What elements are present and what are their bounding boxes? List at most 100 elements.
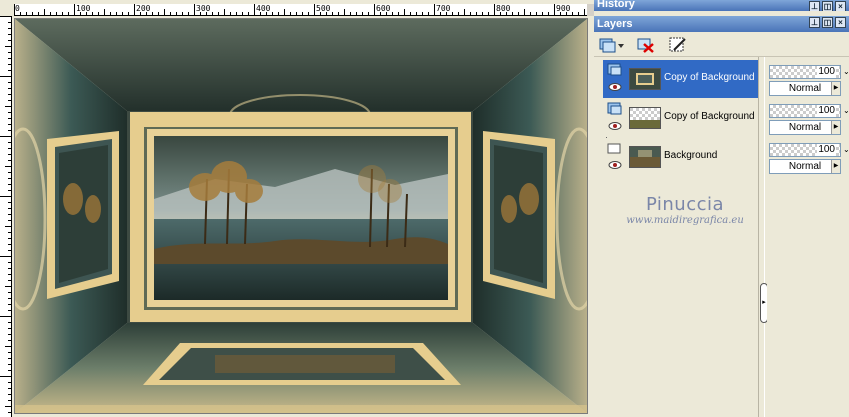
ruler-tick	[0, 136, 11, 137]
ruler-tick	[422, 12, 423, 15]
ruler-tick	[56, 12, 57, 15]
ruler-tick	[8, 298, 11, 299]
ruler-label-700: 700	[436, 4, 451, 13]
ruler-tick	[0, 16, 11, 17]
ruler-tick	[428, 12, 429, 15]
ruler-tick	[8, 82, 11, 83]
ruler-tick	[32, 12, 33, 15]
ruler-tick	[212, 12, 213, 15]
delete-layer-button[interactable]	[636, 36, 658, 54]
watermark: Pinuccia www.maidiregrafica.eu	[610, 194, 760, 226]
restore-icon[interactable]: ◫	[822, 17, 833, 28]
layer-row[interactable]: Copy of Background	[603, 99, 759, 137]
ruler-tick	[8, 322, 11, 323]
layer-name: Copy of Background	[664, 72, 755, 83]
ruler-tick	[5, 286, 11, 287]
spinner-icon[interactable]: ⌄	[843, 67, 849, 76]
ruler-tick	[8, 400, 11, 401]
ruler-tick	[398, 12, 399, 15]
ruler-tick	[5, 226, 11, 227]
ruler-tick	[182, 12, 183, 15]
ruler-tick	[332, 12, 333, 15]
ruler-tick	[5, 106, 11, 107]
layer-row[interactable]: Background	[603, 138, 759, 176]
watermark-url: www.maidiregrafica.eu	[626, 215, 744, 226]
ruler-tick	[206, 12, 207, 15]
ruler-tick	[236, 12, 237, 15]
ruler-tick	[8, 64, 11, 65]
vertical-ruler[interactable]	[0, 16, 12, 417]
layer-icons	[607, 102, 623, 134]
visibility-eye-icon[interactable]	[608, 83, 622, 91]
ruler-tick	[8, 304, 11, 305]
panel-splitter[interactable]: ▸	[758, 57, 768, 417]
image-canvas[interactable]	[14, 18, 588, 414]
dropdown-arrow-icon[interactable]: ▶	[831, 82, 840, 95]
ruler-tick	[8, 112, 11, 113]
ruler-tick	[8, 232, 11, 233]
ruler-label-200: 200	[136, 4, 151, 13]
raster-layer-icon	[607, 102, 622, 115]
pin-icon[interactable]: ⊥	[809, 1, 820, 11]
ruler-tick	[140, 12, 141, 15]
ruler-tick	[410, 12, 411, 15]
ruler-tick	[134, 4, 135, 15]
ruler-tick	[8, 58, 11, 59]
ruler-tick	[8, 22, 11, 23]
layer-icons	[607, 141, 623, 173]
new-layer-button[interactable]	[598, 36, 624, 54]
ruler-label-500: 500	[316, 4, 331, 13]
ruler-tick	[92, 12, 93, 15]
layer-properties-button[interactable]	[668, 36, 690, 54]
ruler-tick	[536, 12, 537, 15]
blend-mode-value: Normal	[788, 161, 822, 172]
ruler-tick	[380, 12, 381, 15]
horizontal-ruler[interactable]: 0 100 200 300 400 500 600 700 800 900	[14, 4, 587, 16]
ruler-tick	[110, 12, 111, 15]
ruler-tick	[470, 12, 471, 15]
ruler-tick	[170, 12, 171, 15]
ruler-tick	[8, 220, 11, 221]
pin-icon[interactable]: ⊥	[809, 17, 820, 28]
ruler-tick	[8, 34, 11, 35]
ruler-tick	[8, 364, 11, 365]
ruler-tick	[8, 238, 11, 239]
ruler-tick	[338, 12, 339, 15]
opacity-field[interactable]: 100	[769, 65, 841, 79]
visibility-eye-icon[interactable]	[608, 122, 622, 130]
blend-mode-select[interactable]: Normal ▶	[769, 81, 841, 96]
opacity-field[interactable]: 100	[769, 143, 841, 157]
opacity-value: 100	[817, 66, 836, 78]
close-icon[interactable]: ×	[835, 1, 846, 11]
ruler-tick	[38, 12, 39, 15]
ruler-tick	[464, 9, 465, 15]
opacity-field[interactable]: 100	[769, 104, 841, 118]
dropdown-arrow-icon[interactable]: ▶	[831, 160, 840, 173]
ruler-tick	[44, 9, 45, 15]
ruler-tick	[104, 9, 105, 15]
ruler-tick	[356, 12, 357, 15]
spinner-icon[interactable]: ⌄	[843, 106, 849, 115]
ruler-tick	[68, 12, 69, 15]
ruler-tick	[266, 12, 267, 15]
history-palette-titlebar[interactable]: History ⊥ ◫ ×	[594, 0, 849, 11]
visibility-eye-icon[interactable]	[608, 161, 622, 169]
spinner-icon[interactable]: ⌄	[843, 145, 849, 154]
close-icon[interactable]: ×	[835, 17, 846, 28]
ruler-label-300: 300	[196, 4, 211, 13]
ruler-tick	[8, 214, 11, 215]
blend-mode-select[interactable]: Normal ▶	[769, 159, 841, 174]
ruler-tick	[8, 310, 11, 311]
ruler-tick	[8, 124, 11, 125]
restore-icon[interactable]: ◫	[822, 1, 833, 11]
ruler-tick	[290, 12, 291, 15]
layers-palette-titlebar[interactable]: Layers ⊥ ◫ ×	[594, 16, 849, 32]
layer-row[interactable]: Copy of Background	[603, 60, 759, 98]
layer-list: Copy of Background Copy of Background Ba…	[603, 60, 759, 178]
ruler-tick	[152, 12, 153, 15]
ruler-tick	[8, 250, 11, 251]
dropdown-arrow-icon[interactable]: ▶	[831, 121, 840, 134]
ruler-tick	[488, 12, 489, 15]
layer-thumbnail	[629, 146, 661, 168]
blend-mode-select[interactable]: Normal ▶	[769, 120, 841, 135]
